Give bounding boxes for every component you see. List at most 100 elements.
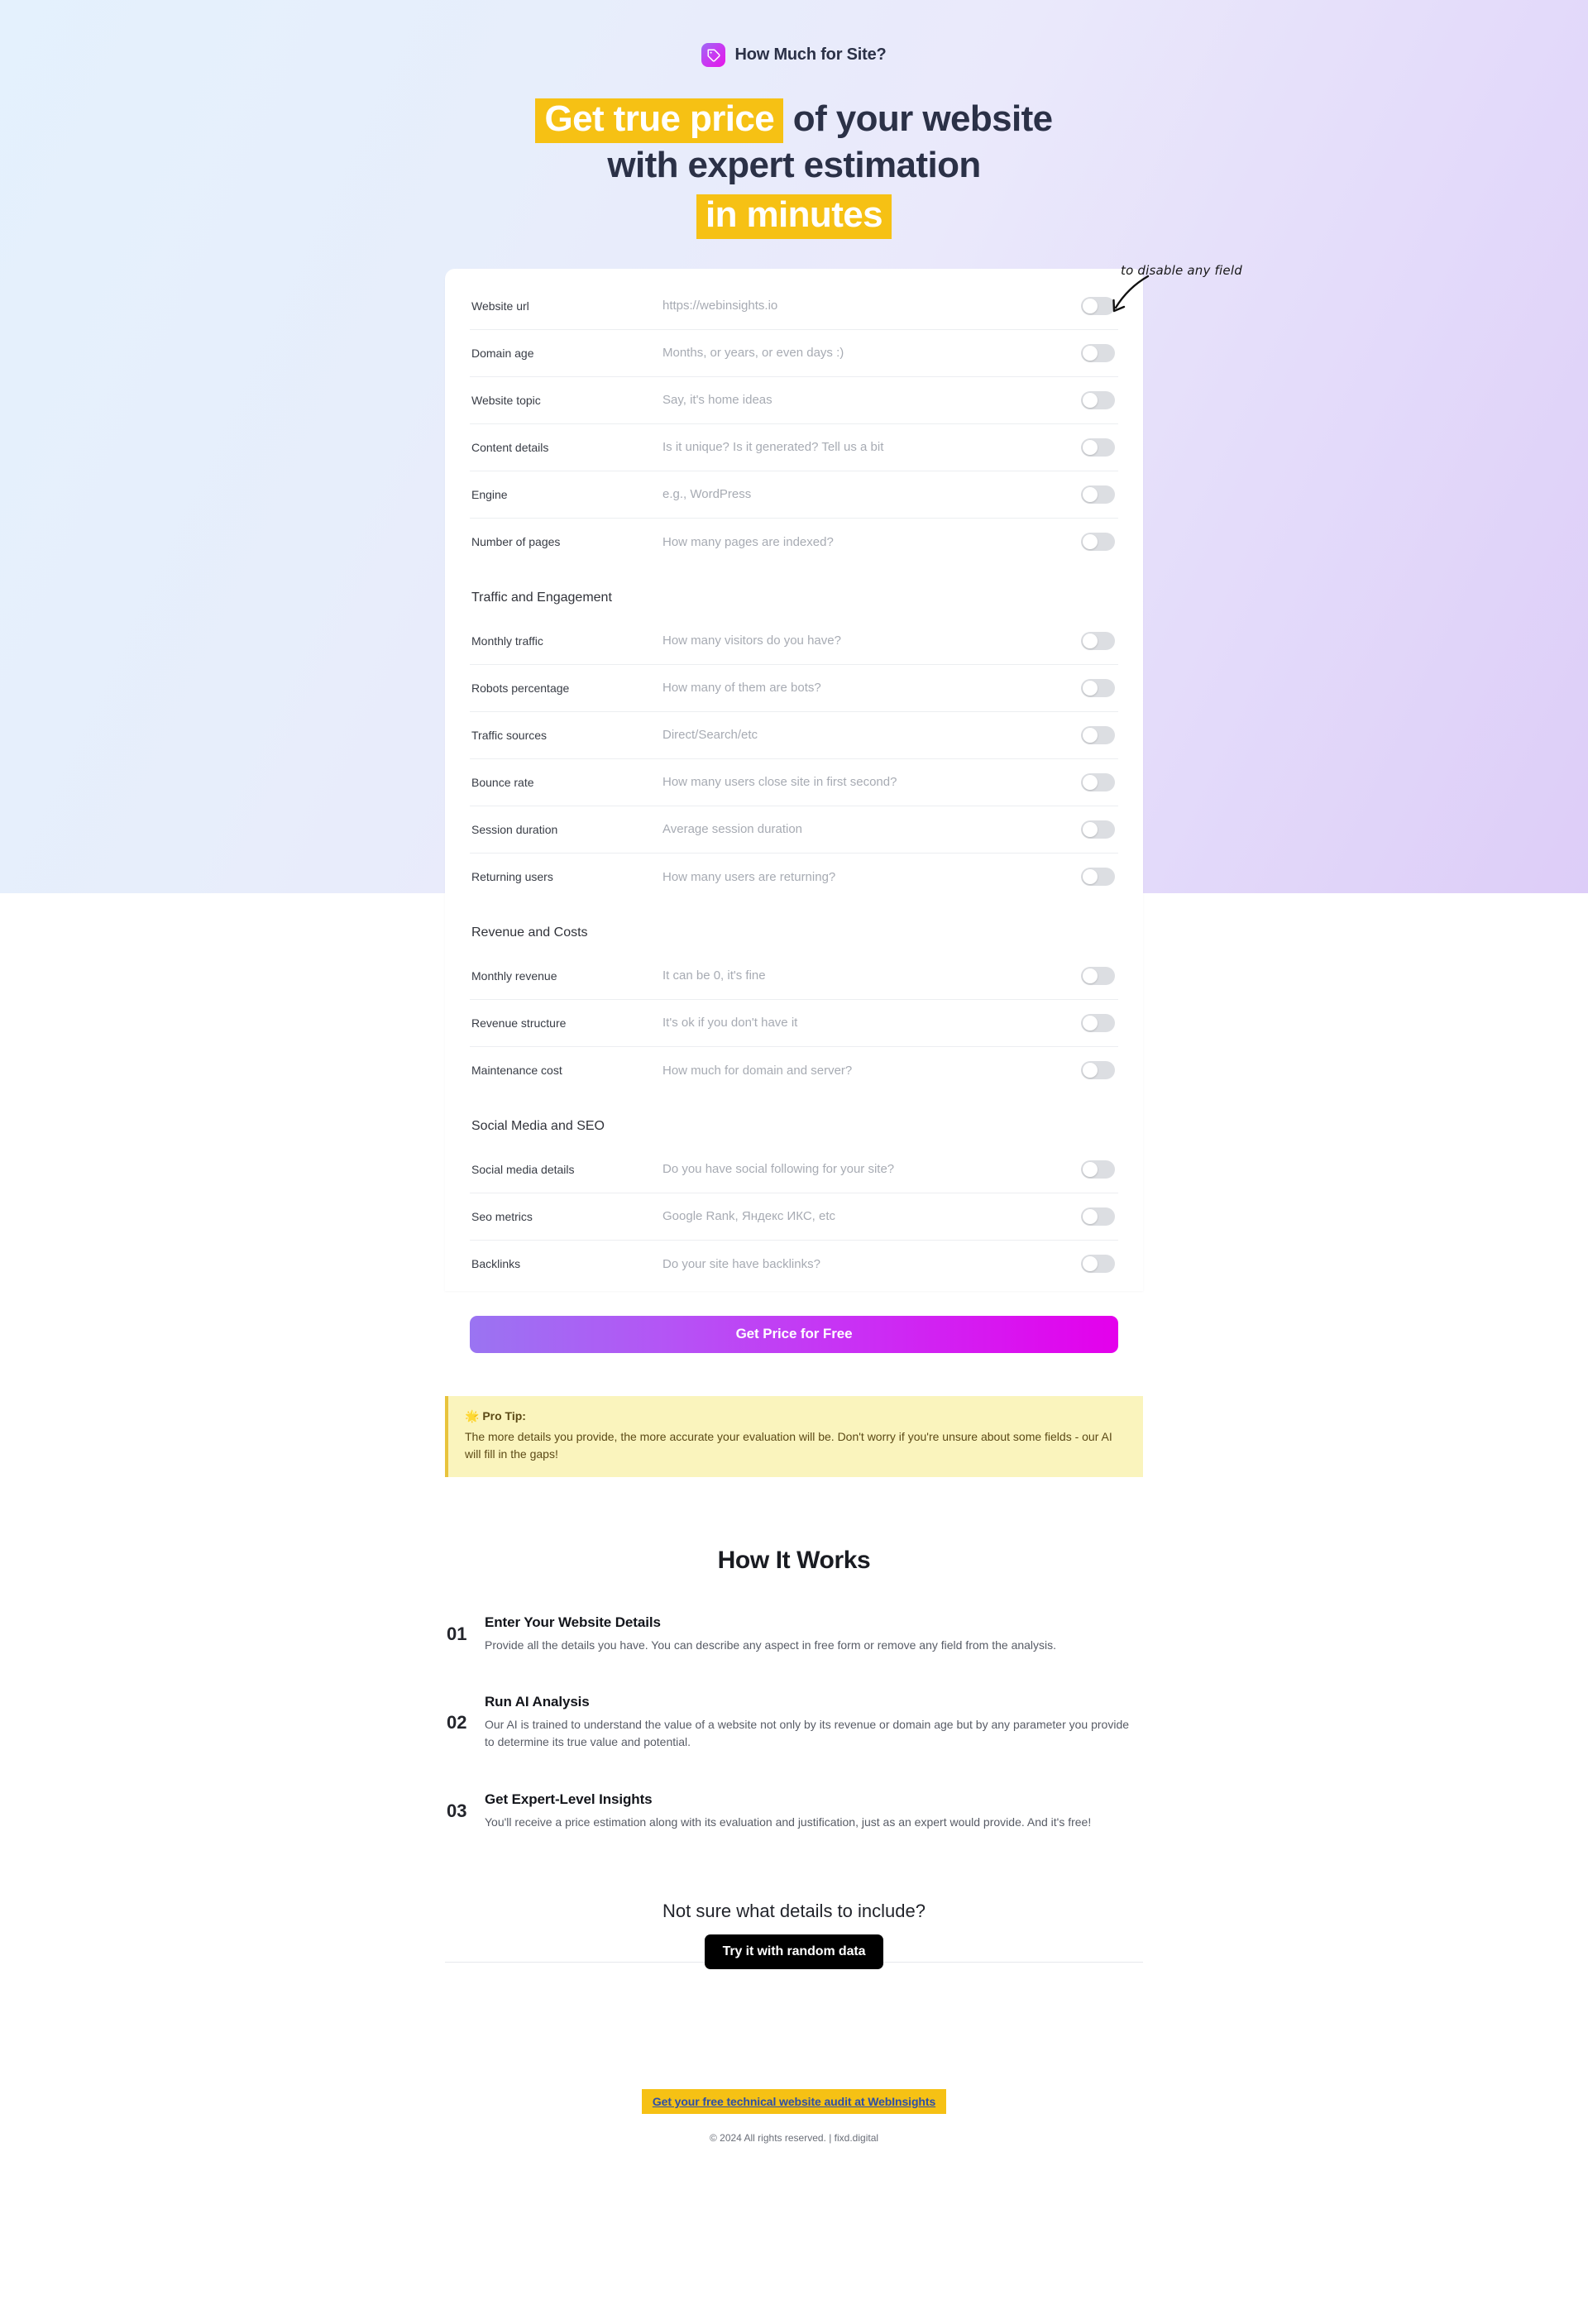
field-toggle[interactable]: [1081, 485, 1115, 504]
field-label: Session duration: [471, 822, 558, 836]
field-input[interactable]: Months, or years, or even days :): [662, 346, 1081, 360]
field-toggle[interactable]: [1081, 966, 1115, 985]
form-row: Website url https://webinsights.io: [470, 283, 1118, 330]
pro-tip-title: 🌟 Pro Tip:: [465, 1409, 1125, 1423]
page-root: How Much for Site? Get true price of you…: [0, 0, 1588, 2185]
field-input[interactable]: How many of them are bots?: [662, 681, 1081, 695]
headline-line-3: in minutes: [0, 193, 1588, 239]
field-input[interactable]: How many users close site in first secon…: [662, 775, 1081, 789]
step-number: 03: [447, 1800, 467, 1821]
step-body: Get Expert-Level Insights You'll receive …: [485, 1791, 1143, 1831]
form-row: Revenue structure It's ok if you don't ha…: [470, 1000, 1118, 1047]
field-input[interactable]: It can be 0, it's fine: [662, 968, 1081, 983]
toggle-knob: [1083, 392, 1098, 408]
toggle-knob: [1083, 1063, 1098, 1078]
field-label: Seo metrics: [471, 1209, 533, 1223]
toggle-knob: [1083, 1208, 1098, 1224]
headline-line-1: Get true price of your website: [0, 97, 1588, 143]
random-data-question: Not sure what details to include?: [662, 1900, 926, 1921]
form-row: Returning users How many users are return…: [470, 854, 1118, 901]
toggle-knob: [1083, 680, 1098, 696]
try-random-data-button[interactable]: Try it with random data: [704, 1934, 884, 1969]
page-footer: Get your free technical website audit at…: [0, 2088, 1588, 2185]
field-input[interactable]: Do your site have backlinks?: [662, 1257, 1081, 1271]
toggle-knob: [1083, 633, 1098, 648]
field-label: Traffic sources: [471, 728, 548, 742]
sparkle-star-icon: 🌟: [465, 1408, 480, 1423]
field-toggle[interactable]: [1081, 296, 1115, 315]
step-number: 01: [447, 1623, 467, 1645]
price-tag-icon: [701, 43, 726, 67]
form-group-title: Traffic and Engagement: [471, 590, 612, 605]
form-row: Monthly revenue It can be 0, it's fine: [470, 953, 1118, 1000]
field-toggle[interactable]: [1081, 1013, 1115, 1032]
field-input[interactable]: How much for domain and server?: [662, 1064, 1081, 1078]
field-toggle[interactable]: [1081, 868, 1115, 887]
field-label: Backlinks: [471, 1257, 521, 1271]
form-row: Domain age Months, or years, or even days…: [470, 330, 1118, 377]
field-toggle[interactable]: [1081, 1207, 1115, 1226]
form-group-title: Social Media and SEO: [471, 1118, 605, 1133]
brand-header: How Much for Site?: [0, 0, 1588, 67]
field-label: Monthly revenue: [471, 968, 557, 983]
field-label: Monthly traffic: [471, 634, 543, 648]
form-row: Maintenance cost How much for domain and …: [470, 1047, 1118, 1094]
field-input[interactable]: How many visitors do you have?: [662, 634, 1081, 648]
field-label: Robots percentage: [471, 681, 570, 695]
form-row: Content details Is it unique? Is it gener…: [470, 424, 1118, 471]
field-toggle[interactable]: [1081, 820, 1115, 839]
field-input[interactable]: Do you have social following for your si…: [662, 1162, 1081, 1176]
field-input[interactable]: How many users are returning?: [662, 870, 1081, 884]
step-body: Run AI Analysis Our AI is trained to unde…: [485, 1694, 1143, 1752]
field-input[interactable]: Average session duration: [662, 822, 1081, 836]
field-input[interactable]: https://webinsights.io: [662, 299, 1081, 313]
field-input[interactable]: It's ok if you don't have it: [662, 1016, 1081, 1030]
field-toggle[interactable]: [1081, 1061, 1115, 1080]
field-toggle[interactable]: [1081, 772, 1115, 791]
toggle-knob: [1083, 345, 1098, 361]
how-it-works-step: 03 Get Expert-Level Insights You'll receiv…: [445, 1791, 1143, 1831]
toggle-knob: [1083, 1256, 1098, 1272]
field-input[interactable]: Direct/Search/etc: [662, 728, 1081, 742]
how-it-works-step: 02 Run AI Analysis Our AI is trained to un…: [445, 1694, 1143, 1752]
form-row: Website topic Say, it's home ideas: [470, 377, 1118, 424]
field-toggle[interactable]: [1081, 390, 1115, 409]
form-row: Monthly traffic How many visitors do you …: [470, 618, 1118, 665]
field-toggle[interactable]: [1081, 631, 1115, 650]
pro-tip-title-text: Pro Tip:: [482, 1408, 526, 1423]
copyright-text: © 2024 All rights reserved. | fixd.digit…: [709, 2131, 879, 2144]
form-row: Number of pages How many pages are indexe…: [470, 519, 1118, 566]
field-toggle[interactable]: [1081, 343, 1115, 362]
toggle-knob: [1083, 869, 1098, 885]
step-number: 02: [447, 1711, 467, 1733]
headline-rest-1: of your website: [783, 98, 1053, 139]
field-input[interactable]: e.g., WordPress: [662, 487, 1081, 501]
field-toggle[interactable]: [1081, 533, 1115, 552]
field-toggle[interactable]: [1081, 725, 1115, 744]
field-input[interactable]: Say, it's home ideas: [662, 393, 1081, 407]
field-input[interactable]: Is it unique? Is it generated? Tell us a…: [662, 440, 1081, 454]
webinsights-audit-link[interactable]: Get your free technical website audit at…: [641, 2088, 947, 2114]
field-label: Returning users: [471, 870, 553, 884]
form-group: Revenue and Costs Monthly revenue It can b…: [470, 901, 1118, 1094]
field-toggle[interactable]: [1081, 678, 1115, 697]
page-title: Get true price of your website with expe…: [0, 97, 1588, 239]
get-price-button[interactable]: Get Price for Free: [470, 1315, 1118, 1353]
form-group: Traffic and Engagement Monthly traffic How…: [470, 566, 1118, 901]
form-row: Engine e.g., WordPress: [470, 471, 1118, 519]
how-it-works-title: How It Works: [717, 1546, 871, 1574]
field-toggle[interactable]: [1081, 438, 1115, 457]
field-toggle[interactable]: [1081, 1255, 1115, 1274]
field-label: Number of pages: [471, 535, 561, 549]
field-toggle[interactable]: [1081, 1160, 1115, 1179]
form-row: Backlinks Do your site have backlinks?: [470, 1241, 1118, 1288]
field-input[interactable]: Google Rank, Яндекс ИКС, etc: [662, 1209, 1081, 1223]
form-groups: Website url https://webinsights.io Domain …: [470, 283, 1118, 1288]
field-label: Engine: [471, 487, 508, 501]
field-input[interactable]: How many pages are indexed?: [662, 535, 1081, 549]
step-heading: Enter Your Website Details: [485, 1614, 661, 1630]
form-row: Session duration Average session duration: [470, 806, 1118, 854]
field-label: Website topic: [471, 393, 541, 407]
headline-highlight-1: Get true price: [535, 98, 784, 143]
website-details-form: Website url https://webinsights.io Domain …: [445, 268, 1143, 1291]
